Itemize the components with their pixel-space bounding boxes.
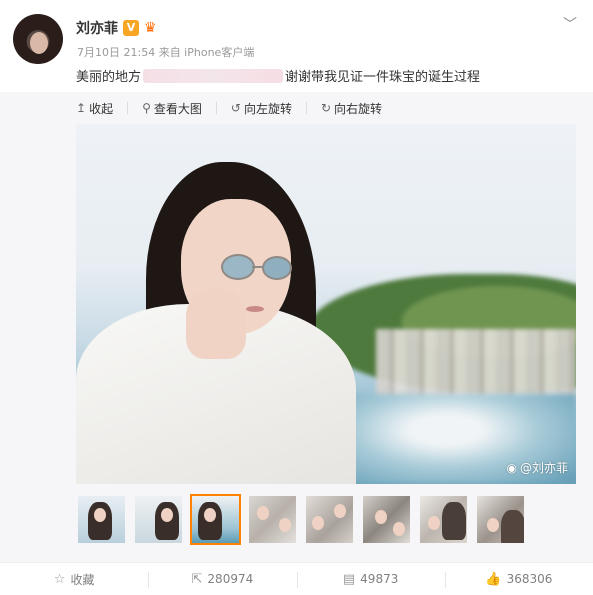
collapse-button[interactable]: ↥ 收起: [76, 100, 113, 116]
thumbs-up-icon: 👍: [485, 571, 502, 587]
like-button[interactable]: 👍 368306: [444, 563, 593, 595]
rotate-left-button[interactable]: ↺ 向左旋转: [231, 100, 292, 116]
thumbnail-2[interactable]: [133, 494, 184, 545]
post-meta: 7月10日 21:54 来自 iPhone客户端: [77, 46, 255, 59]
caption-text-start: 美丽的地方: [76, 70, 142, 85]
view-large-button[interactable]: ⚲ 查看大图: [142, 100, 202, 116]
glasses-r: [262, 256, 292, 280]
bridge: [252, 266, 264, 268]
thumbnail-6[interactable]: [361, 494, 412, 545]
thumbnail-strip: [76, 494, 526, 545]
post-caption: 美丽的地方 谢谢带我见证一件珠宝的诞生过程: [76, 66, 480, 85]
comment-count: 49873: [360, 572, 399, 586]
post-header: 刘亦菲 V ♛ 7月10日 21:54 来自 iPhone客户端 ﹀ 美丽的地方…: [0, 0, 593, 92]
hand: [186, 289, 246, 359]
rotate-right-button[interactable]: ↻ 向右旋转: [321, 100, 382, 116]
comment-button[interactable]: ▤ 49873: [296, 563, 445, 595]
repost-icon: ⇱: [191, 571, 203, 587]
rotate-right-icon: ↻: [320, 101, 332, 115]
weibo-logo-icon: ◉: [506, 460, 517, 475]
media-viewer: ↥ 收起 ⚲ 查看大图 ↺ 向左旋转 ↻ 向右旋转 ◉ @刘亦菲: [0, 92, 593, 562]
rotate-left-label: 向左旋转: [243, 101, 292, 116]
chevron-down-icon[interactable]: ﹀: [563, 14, 577, 33]
glasses-l: [221, 254, 255, 280]
view-large-label: 查看大图: [153, 101, 202, 116]
lips: [246, 306, 264, 312]
arrow-up-icon: ↥: [76, 101, 87, 115]
favorite-label: 收藏: [70, 572, 95, 587]
caption-text-end: 谢谢带我见证一件珠宝的诞生过程: [285, 70, 481, 85]
thumbnail-3-selected[interactable]: [190, 494, 241, 545]
repost-button[interactable]: ⇱ 280974: [148, 563, 296, 595]
thumbnail-8[interactable]: [475, 494, 526, 545]
comment-icon: ▤: [342, 571, 356, 587]
photo-watermark: ◉ @刘亦菲: [507, 459, 569, 476]
buildings: [376, 329, 576, 399]
magnifier-icon: ⚲: [142, 101, 151, 115]
watermark-text: @刘亦菲: [519, 461, 568, 475]
rotate-left-icon: ↺: [230, 101, 241, 115]
divider: [305, 102, 307, 114]
blurred-text: [143, 69, 284, 83]
thumbnail-4[interactable]: [247, 494, 298, 545]
divider: [215, 102, 217, 114]
repost-count: 280974: [207, 572, 254, 586]
crown-icon: ♛: [144, 20, 157, 36]
post-action-bar: ☆ 收藏 ⇱ 280974 ▤ 49873 👍 368306: [0, 562, 593, 595]
author-name[interactable]: 刘亦菲: [76, 18, 118, 38]
thumbnail-1[interactable]: [76, 494, 127, 545]
avatar[interactable]: [13, 14, 63, 64]
divider: [127, 102, 129, 114]
thumbnail-5[interactable]: [304, 494, 355, 545]
collapse-label: 收起: [89, 101, 114, 116]
image-toolbar: ↥ 收起 ⚲ 查看大图 ↺ 向左旋转 ↻ 向右旋转: [76, 100, 382, 116]
thumbnail-7[interactable]: [418, 494, 469, 545]
verified-icon: V: [123, 20, 139, 36]
star-icon: ☆: [53, 571, 66, 587]
favorite-button[interactable]: ☆ 收藏: [0, 563, 148, 595]
like-count: 368306: [506, 572, 553, 586]
rotate-right-label: 向右旋转: [334, 101, 383, 116]
main-photo[interactable]: ◉ @刘亦菲: [76, 124, 576, 484]
